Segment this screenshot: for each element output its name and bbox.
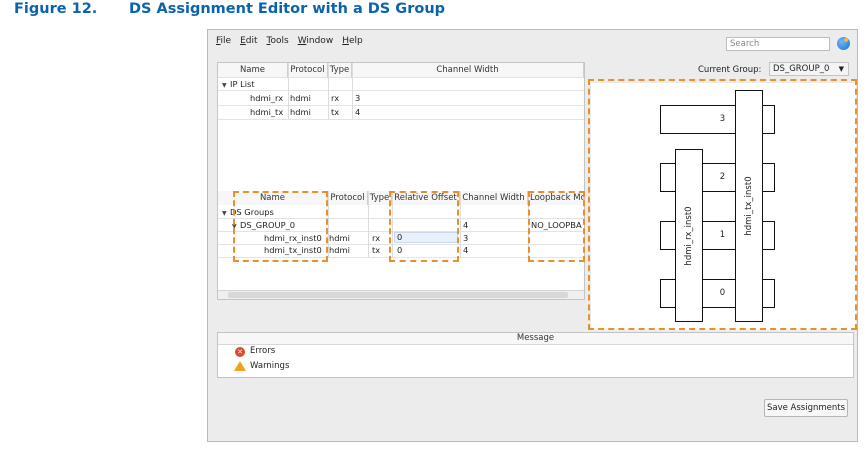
ip-col-width[interactable]: Channel Width	[352, 63, 584, 77]
ds-groups-label: DS Groups	[230, 207, 274, 217]
ip-row-name: hdmi_rx	[250, 93, 284, 103]
globe-icon[interactable]	[837, 37, 850, 50]
collapse-arrow-icon[interactable]: ▼	[222, 208, 230, 218]
ip-row-type: rx	[331, 93, 340, 103]
lane-hdmi-rx[interactable]: hdmi_rx_inst0	[675, 149, 703, 322]
ds-col-protocol[interactable]: Protocol	[328, 191, 368, 205]
ip-row-type: tx	[331, 107, 340, 117]
ip-list-panel: Name Protocol Type Channel Width ▼ IP Lis…	[217, 62, 585, 300]
menu-help[interactable]: Help	[342, 36, 363, 46]
ip-list-label: IP List	[230, 79, 255, 89]
menu-edit[interactable]: Edit	[240, 36, 257, 46]
save-assignments-button[interactable]: Save Assignments	[764, 399, 848, 417]
ip-row-width: 4	[355, 107, 361, 117]
ds-row-name: hdmi_rx_inst0	[264, 233, 322, 243]
message-header: Message	[218, 333, 853, 345]
ds-assignment-editor-window: File Edit Tools Window Help Search Name …	[207, 29, 858, 442]
message-panel: Message ✕ Errors Warnings	[217, 332, 854, 378]
ds-col-type[interactable]: Type	[368, 191, 392, 205]
search-input[interactable]: Search	[726, 37, 830, 51]
ds-row-type: tx	[372, 245, 381, 255]
current-group-select[interactable]: DS_GROUP_0 ▼	[769, 62, 849, 76]
horizontal-scrollbar[interactable]	[218, 290, 584, 299]
warning-icon	[234, 361, 246, 371]
ds-group-width: 4	[463, 220, 469, 230]
ip-row-name: hdmi_tx	[250, 107, 284, 117]
ds-row-offset: 0	[397, 245, 403, 255]
errors-label[interactable]: Errors	[250, 345, 275, 358]
collapse-arrow-icon[interactable]: ▼	[222, 80, 230, 90]
scrollbar-thumb[interactable]	[228, 292, 568, 298]
ip-col-type[interactable]: Type	[328, 63, 352, 77]
figure-caption: Figure 12. DS Assignment Editor with a DS…	[14, 1, 445, 17]
ip-row-protocol: hdmi	[290, 107, 311, 117]
ds-col-offset[interactable]: Relative Offset	[392, 191, 460, 205]
ds-col-width[interactable]: Channel Width	[460, 191, 528, 205]
chevron-down-icon: ▼	[838, 65, 844, 73]
current-group-value: DS_GROUP_0	[773, 64, 830, 74]
menu-window[interactable]: Window	[298, 36, 334, 46]
ds-col-name[interactable]: Name	[218, 191, 328, 205]
ip-col-protocol[interactable]: Protocol	[288, 63, 328, 77]
error-icon: ✕	[235, 347, 245, 357]
ip-row-protocol: hdmi	[290, 93, 311, 103]
ds-row-name: hdmi_tx_inst0	[264, 245, 322, 255]
ds-row-width: 4	[463, 245, 469, 255]
menu-tools[interactable]: Tools	[267, 36, 289, 46]
figure-number: Figure 12.	[14, 1, 98, 17]
ds-col-loopback[interactable]: Loopback Mo	[528, 191, 584, 205]
ds-row-width: 3	[463, 233, 469, 243]
menu-bar: File Edit Tools Window Help	[216, 36, 363, 46]
lane-hdmi-tx[interactable]: hdmi_tx_inst0	[735, 90, 763, 322]
menu-file[interactable]: File	[216, 36, 231, 46]
ip-row-width: 3	[355, 93, 361, 103]
warnings-label[interactable]: Warnings	[250, 360, 289, 373]
ds-group-name: DS_GROUP_0	[240, 220, 296, 230]
ds-group-row: ▼ DS_GROUP_0	[232, 219, 295, 231]
ds-row-type: rx	[372, 233, 381, 243]
ip-col-name[interactable]: Name	[218, 63, 288, 77]
ip-list-group[interactable]: ▼ IP List	[222, 78, 255, 90]
ds-row-offset: 0	[397, 232, 403, 242]
channel-diagram: 3 2 1 0 hdmi_rx_inst0 hdmi_tx_inst0	[591, 83, 856, 330]
collapse-arrow-icon[interactable]: ▼	[232, 221, 240, 231]
ds-row-protocol: hdmi	[329, 233, 350, 243]
figure-title: DS Assignment Editor with a DS Group	[129, 1, 446, 17]
offset-input[interactable]	[394, 232, 458, 243]
current-group-label: Current Group:	[698, 65, 762, 75]
ds-group-loopback: NO_LOOPBA	[531, 220, 582, 230]
ds-groups-root[interactable]: ▼ DS Groups	[222, 206, 274, 218]
ds-row-protocol: hdmi	[329, 245, 350, 255]
